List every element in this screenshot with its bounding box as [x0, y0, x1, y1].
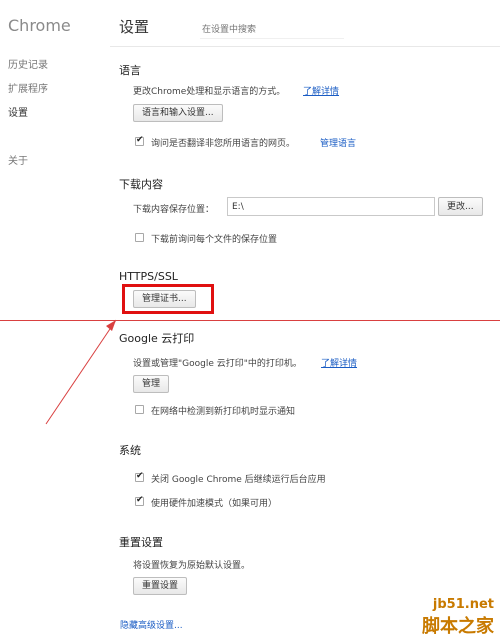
hardware-acceleration-label: 使用硬件加速模式（如果可用）	[151, 499, 278, 509]
watermark-name: 脚本之家	[422, 616, 494, 637]
annotation-arrow	[45, 319, 117, 425]
watermark: jb51.net 脚本之家	[422, 597, 494, 638]
hardware-acceleration-checkbox[interactable]	[135, 495, 144, 506]
cloud-print-learn-more-link[interactable]: 了解详情	[321, 356, 357, 369]
system-section-title: 系统	[119, 444, 141, 457]
reset-description: 将设置恢复为原始默认设置。	[133, 561, 251, 571]
new-printer-notify-checkbox[interactable]	[135, 405, 144, 414]
reset-section-title: 重置设置	[119, 536, 163, 549]
cloud-print-manage-button[interactable]: 管理	[133, 375, 170, 393]
new-printer-notify-label: 在网络中检测到新打印机时显示通知	[151, 407, 296, 417]
reset-settings-button[interactable]: 重置设置	[133, 577, 188, 595]
cloud-print-description: 设置或管理"Google 云打印"中的打印机。	[133, 359, 302, 369]
background-apps-label: 关闭 Google Chrome 后继续运行后台应用	[151, 475, 326, 485]
watermark-domain: jb51.net	[432, 597, 494, 612]
background-apps-checkbox[interactable]	[135, 471, 144, 482]
hide-advanced-settings-link[interactable]: 隐藏高级设置...	[120, 618, 183, 631]
cloud-print-section-title: Google 云打印	[119, 332, 195, 345]
